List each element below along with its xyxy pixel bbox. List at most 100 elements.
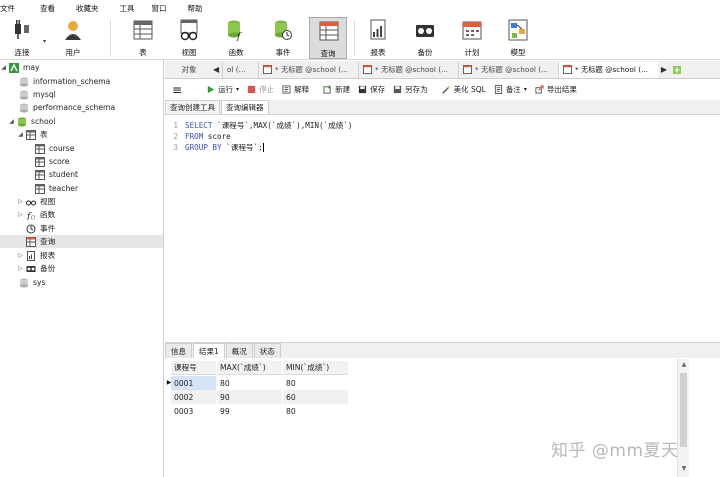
tab-query-editor[interactable]: 查询编辑器 [221, 100, 269, 114]
table-cell[interactable]: 80 [283, 376, 349, 390]
scroll-left-icon[interactable]: ◀ [213, 65, 222, 74]
table-cell[interactable]: 0002 [171, 390, 217, 404]
menu-help[interactable]: 帮助 [186, 3, 212, 14]
expand-arrow-icon[interactable]: ◢ [17, 131, 24, 138]
function-icon: f() [26, 212, 35, 220]
event-button[interactable]: 事件 [264, 17, 302, 59]
run-button[interactable]: 运行 ▾ [206, 84, 239, 95]
tree-db-performance-schema[interactable]: performance_schema [0, 101, 163, 114]
query-icon [319, 21, 339, 41]
menu-view[interactable]: 查看 [38, 3, 64, 14]
svg-text:(): () [31, 215, 35, 220]
tree-backups-folder[interactable]: ▷ 备份 [0, 262, 163, 275]
table-icon [133, 20, 153, 40]
plug-icon [15, 20, 29, 39]
tree-connection-may[interactable]: ◢ may [0, 61, 163, 74]
tree-db-mysql[interactable]: mysql [0, 88, 163, 101]
chevron-down-icon[interactable]: ▾ [236, 86, 239, 93]
scroll-down-icon[interactable]: ▼ [680, 465, 688, 472]
menu-window[interactable]: 窗口 [150, 3, 176, 14]
tree-db-sys[interactable]: sys [0, 276, 163, 289]
tab-query-2[interactable]: * 无标题 @school (... [358, 61, 458, 78]
tab-status[interactable]: 状态 [253, 343, 281, 358]
tab-result-1[interactable]: 结果1 [193, 343, 225, 358]
menu-file[interactable]: 文件 [0, 3, 24, 14]
schedule-button[interactable]: 计划 [453, 17, 491, 59]
save-as-button[interactable]: 另存为 [393, 84, 428, 95]
tab-query-builder[interactable]: 查询创建工具 [165, 100, 220, 114]
connect-label: 连接 [14, 48, 30, 57]
scroll-right-icon[interactable]: ▶ [658, 65, 670, 74]
user-button[interactable]: 用户 [54, 17, 92, 59]
tab-partial[interactable]: ol (... [222, 61, 258, 78]
expand-arrow-icon[interactable]: ◢ [0, 64, 7, 71]
table-row[interactable]: 0002 90 60 [171, 390, 349, 404]
tab-label: ol (... [227, 65, 246, 74]
menu-favorites[interactable]: 收藏夹 [74, 3, 108, 14]
report-button[interactable]: 报表 [359, 17, 397, 59]
scroll-up-icon[interactable]: ▲ [680, 361, 688, 368]
save-as-label: 另存为 [405, 85, 428, 94]
column-header[interactable]: 课程号 [171, 361, 217, 375]
tab-query-active[interactable]: * 无标题 @school (... [558, 61, 658, 78]
model-button[interactable]: 模型 [499, 17, 537, 59]
menu-tools[interactable]: 工具 [118, 3, 144, 14]
new-query-button[interactable]: 新建 [323, 84, 350, 95]
backup-button[interactable]: 备份 [406, 17, 444, 59]
column-header[interactable]: MIN(`成绩`) [283, 361, 349, 375]
expand-arrow-icon[interactable]: ▷ [17, 211, 24, 218]
stop-button[interactable]: 停止 [247, 84, 274, 95]
sql-editor[interactable]: 1 SELECT `课程号`,MAX(`成绩`),MIN(`成绩`) 2 FRO… [165, 116, 689, 340]
tree-views-folder[interactable]: ▷ 视图 [0, 195, 163, 208]
tree-table-teacher[interactable]: teacher [0, 182, 163, 195]
explain-button[interactable]: 解释 [282, 84, 309, 95]
table-cell[interactable]: 0003 [171, 404, 217, 418]
table-cell[interactable]: 90 [217, 390, 283, 404]
expand-arrow-icon[interactable]: ▷ [17, 198, 24, 205]
table-row[interactable]: 0003 99 80 [171, 404, 349, 418]
view-button[interactable]: 视图 [170, 17, 208, 59]
query-button[interactable]: 查询 [309, 17, 347, 59]
chevron-down-icon[interactable]: ▾ [524, 86, 527, 93]
tab-query-1[interactable]: * 无标题 @school (... [258, 61, 358, 78]
tab-query-3[interactable]: * 无标题 @school (... [458, 61, 558, 78]
tree-tables-folder[interactable]: ◢ 表 [0, 128, 163, 141]
chevron-down-icon[interactable]: ▾ [43, 38, 46, 45]
tab-info[interactable]: 信息 [165, 343, 192, 358]
table-button[interactable]: 表 [124, 17, 162, 59]
table-cell[interactable]: 80 [283, 404, 349, 418]
grid-scrollbar[interactable]: ▲ ▼ [677, 359, 689, 477]
expand-arrow-icon[interactable]: ▷ [17, 252, 24, 259]
beautify-sql-button[interactable]: 美化 SQL [442, 84, 486, 95]
expand-arrow-icon[interactable]: ▷ [17, 265, 24, 272]
menu-hamburger-icon[interactable]: ≡ [172, 83, 182, 97]
tree-events-folder[interactable]: 事件 [0, 222, 163, 235]
event-icon [275, 20, 292, 40]
expand-arrow-icon[interactable]: ◢ [8, 118, 15, 125]
stop-label: 停止 [259, 85, 275, 94]
column-header[interactable]: MAX(`成绩`) [217, 361, 283, 375]
table-cell[interactable]: 80 [217, 376, 283, 390]
tree-queries-folder[interactable]: 查询 [0, 235, 163, 248]
comment-label: 备注 [505, 85, 521, 94]
export-result-button[interactable]: 导出结果 [535, 84, 577, 95]
tree-db-information-schema[interactable]: information_schema [0, 75, 163, 88]
save-button[interactable]: 保存 [358, 84, 385, 95]
comment-button[interactable]: 备注 ▾ [494, 84, 527, 95]
function-button[interactable]: f 函数 [217, 17, 255, 59]
tree-functions-folder[interactable]: ▷ f() 函数 [0, 208, 163, 221]
connect-button[interactable]: 连接 [3, 17, 41, 59]
table-cell[interactable]: 60 [283, 390, 349, 404]
tree-table-student[interactable]: student [0, 168, 163, 181]
scrollbar-thumb[interactable] [680, 373, 687, 447]
table-cell[interactable]: 99 [217, 404, 283, 418]
table-cell[interactable]: 0001 [171, 376, 217, 390]
new-tab-icon[interactable] [672, 65, 682, 75]
tree-reports-folder[interactable]: ▷ 报表 [0, 249, 163, 262]
tab-profile[interactable]: 概况 [225, 343, 253, 358]
table-row[interactable]: 0001 80 80 [171, 376, 349, 390]
tree-db-school[interactable]: ◢ school [0, 115, 163, 128]
tab-objects[interactable]: 对象 [165, 64, 213, 75]
tree-table-score[interactable]: score [0, 155, 163, 168]
tree-table-course[interactable]: course [0, 142, 163, 155]
